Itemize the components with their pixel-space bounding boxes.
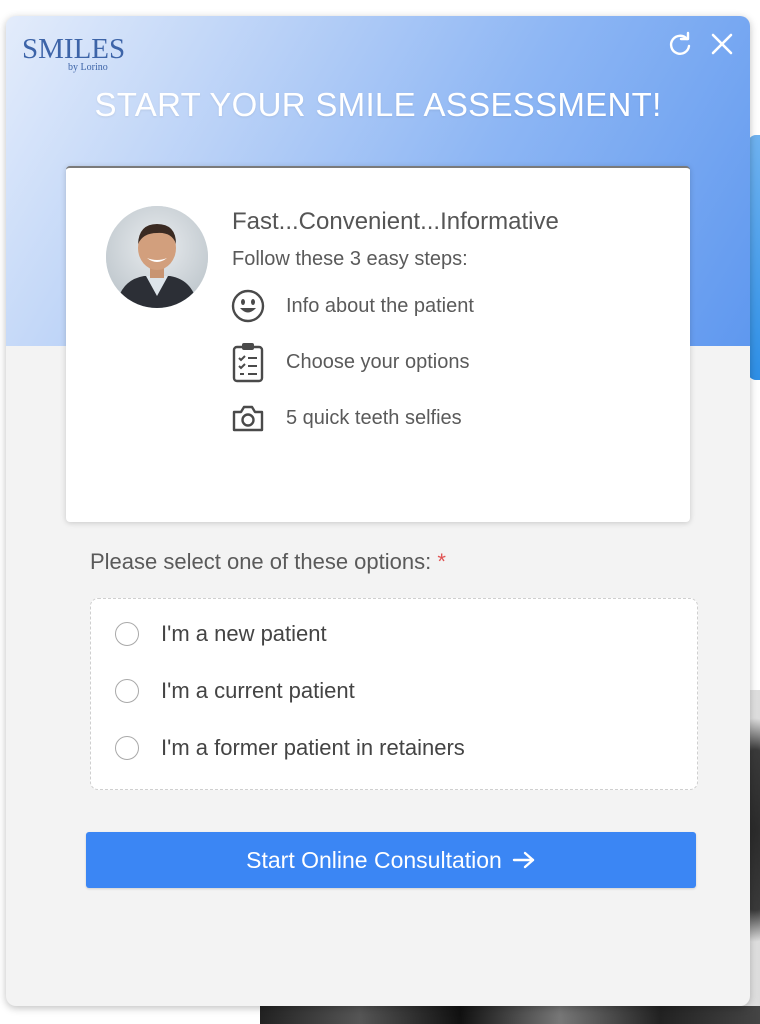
intro-card: Fast...Convenient...Informative Follow t…	[66, 166, 690, 522]
option-question-text: Please select one of these options:	[90, 549, 432, 574]
step-item: 5 quick teeth selfies	[228, 398, 462, 438]
step-label: Info about the patient	[286, 294, 474, 317]
radio-button[interactable]	[115, 736, 139, 760]
refresh-icon[interactable]	[666, 30, 694, 58]
option-current-patient[interactable]: I'm a current patient	[115, 678, 355, 704]
option-question: Please select one of these options: *	[90, 549, 446, 575]
doctor-avatar	[106, 206, 208, 308]
option-new-patient[interactable]: I'm a new patient	[115, 621, 327, 647]
intro-subheading: Follow these 3 easy steps:	[232, 248, 468, 270]
intro-heading: Fast...Convenient...Informative	[232, 208, 559, 235]
option-label: I'm a former patient in retainers	[161, 735, 465, 760]
assessment-modal: SMILES by Lorino START YOUR SMILE ASSESS…	[6, 16, 750, 1006]
step-item: Choose your options	[228, 342, 470, 383]
option-label: I'm a current patient	[161, 678, 355, 703]
logo-subtext: by Lorino	[68, 62, 108, 73]
background-photo-strip	[260, 1006, 760, 1024]
step-item: Info about the patient	[228, 286, 474, 326]
patient-type-options: I'm a new patient I'm a current patient …	[90, 598, 698, 790]
page-title: START YOUR SMILE ASSESSMENT!	[94, 86, 662, 123]
header-actions	[666, 30, 736, 58]
option-label: I'm a new patient	[161, 621, 327, 646]
close-icon[interactable]	[708, 30, 736, 58]
step-label: Choose your options	[286, 350, 470, 373]
required-marker: *	[437, 549, 446, 574]
step-label: 5 quick teeth selfies	[286, 406, 462, 429]
camera-icon	[228, 398, 268, 438]
radio-button[interactable]	[115, 622, 139, 646]
option-former-patient[interactable]: I'm a former patient in retainers	[115, 735, 465, 761]
radio-button[interactable]	[115, 679, 139, 703]
logo-text: SMILES	[22, 33, 126, 65]
start-consultation-label: Start Online Consultation	[246, 846, 502, 873]
clipboard-icon	[228, 342, 268, 383]
brand-logo: SMILES by Lorino	[22, 33, 126, 73]
start-consultation-button[interactable]: Start Online Consultation	[86, 832, 696, 888]
smiley-icon	[228, 286, 268, 326]
arrow-right-icon	[512, 850, 536, 870]
